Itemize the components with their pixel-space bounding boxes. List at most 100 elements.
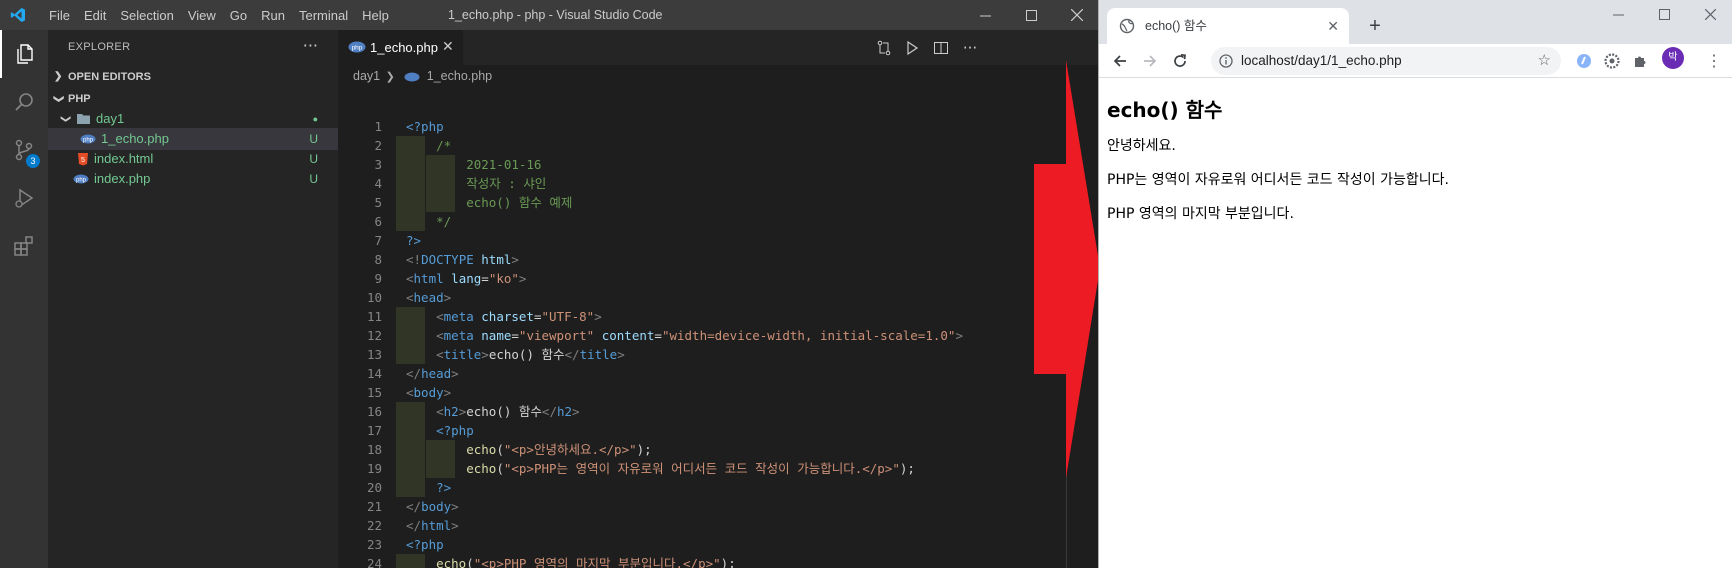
breadcrumb: day1 ❯ 1_echo.php [353, 65, 492, 87]
bookmark-star-icon[interactable]: ☆ [1538, 47, 1551, 75]
minimize-button[interactable] [962, 0, 1008, 30]
code-line[interactable]: 1 <?php [338, 117, 1100, 136]
code-line[interactable]: 13 <title>echo() 함수</title> [338, 345, 1100, 364]
code-line[interactable]: 5 echo() 함수 예제 [338, 193, 1100, 212]
tree-file-1-echo-php[interactable]: php 1_echo.php U [48, 128, 338, 150]
menu-edit[interactable]: Edit [77, 8, 113, 23]
back-button[interactable] [1107, 48, 1133, 74]
code-line[interactable]: 21 </body> [338, 497, 1100, 516]
code-line[interactable]: 12 <meta name="viewport" content="width=… [338, 326, 1100, 345]
code-line[interactable]: 6 */ [338, 212, 1100, 231]
browser-tab-close-button[interactable]: ✕ [1327, 8, 1339, 44]
split-editor-button[interactable] [931, 38, 951, 58]
code-text: <title>echo() 함수</title> [436, 347, 625, 362]
tree-file-index-php[interactable]: php index.php U [48, 168, 338, 190]
tab-1-echo-php[interactable]: php 1_echo.php ✕ [338, 30, 463, 65]
explorer-activity[interactable] [0, 30, 48, 78]
code-line[interactable]: 15 <body> [338, 383, 1100, 402]
address-bar[interactable]: localhost/day1/1_echo.php ☆ [1211, 47, 1561, 75]
code-text: <?php [406, 537, 444, 552]
more-actions-button[interactable]: ··· [960, 38, 980, 58]
code-text: </html> [406, 518, 459, 533]
code-text: /* [406, 138, 452, 153]
reload-button[interactable] [1167, 48, 1193, 74]
explorer-more-button[interactable]: ··· [303, 30, 318, 65]
source-control-activity[interactable]: 3 [0, 126, 48, 174]
tree-folder-day1[interactable]: ❯ day1 ● [48, 108, 338, 130]
code-line[interactable]: 20 ?> [338, 478, 1100, 497]
code-line[interactable]: 2 /* [338, 136, 1100, 155]
code-line[interactable]: 14 </head> [338, 364, 1100, 383]
php-file-icon: php [73, 174, 89, 184]
new-tab-button[interactable]: + [1361, 12, 1389, 40]
line-number: 24 [366, 556, 382, 568]
open-editors-label: OPEN EDITORS [68, 71, 151, 83]
profile-avatar[interactable]: 박 [1662, 47, 1684, 69]
run-file-button[interactable] [902, 38, 922, 58]
line-number: 15 [366, 385, 382, 400]
code-line[interactable]: 17 <?php [338, 421, 1100, 440]
browser-close-button[interactable] [1687, 0, 1732, 30]
breadcrumb-file[interactable]: 1_echo.php [427, 69, 492, 83]
code-line[interactable]: 16 <h2>echo() 함수</h2> [338, 402, 1100, 421]
line-number: 19 [366, 461, 382, 476]
vscode-window: File Edit Selection View Go Run Terminal… [0, 0, 1100, 568]
line-number: 12 [366, 328, 382, 343]
tree-file-index-html[interactable]: 5 index.html U [48, 148, 338, 170]
git-status-untracked: U [309, 152, 318, 166]
code-text: <meta name="viewport" content="width=dev… [436, 328, 963, 343]
code-line[interactable]: 11 <meta charset="UTF-8"> [338, 307, 1100, 326]
code-editor[interactable]: 1 <?php 2 /* 3 2021-01-16 4 작성자 : 샤인 5 echo()… [338, 117, 1100, 568]
svg-text:php: php [76, 178, 87, 184]
breadcrumb-folder[interactable]: day1 [353, 69, 380, 83]
browser-maximize-button[interactable] [1641, 0, 1687, 30]
run-debug-activity[interactable] [0, 174, 48, 222]
code-line[interactable]: 7 ?> [338, 231, 1100, 250]
info-icon[interactable] [1219, 54, 1233, 68]
tree-label: index.html [94, 151, 154, 166]
code-line[interactable]: 10 <head> [338, 288, 1100, 307]
code-line[interactable]: 19 echo("<p>PHP는 영역이 자유로워 어디서든 코드 작성이 가능… [338, 459, 1100, 478]
chevron-right-icon: ❯ [54, 71, 63, 82]
menu-selection[interactable]: Selection [113, 8, 180, 23]
editor-area: php 1_echo.php ✕ ··· day1 ❯ 1_echo.php 1… [338, 30, 1100, 568]
arrow-right-icon [1144, 55, 1157, 67]
menu-terminal[interactable]: Terminal [292, 8, 355, 23]
open-editors-section[interactable]: ❯ OPEN EDITORS [48, 66, 338, 88]
maximize-button[interactable] [1008, 0, 1054, 30]
menu-file[interactable]: File [42, 8, 77, 23]
browser-tab[interactable]: echo() 함수 ✕ [1107, 8, 1349, 44]
chevron-down-icon: ❯ [60, 114, 72, 124]
browser-menu-button[interactable]: ⋮ [1701, 48, 1727, 74]
extension-button-2[interactable] [1599, 48, 1625, 74]
code-line[interactable]: 24 echo("<p>PHP 영역의 마지막 부분입니다.</p>"); [338, 554, 1100, 568]
code-line[interactable]: 9 <html lang="ko"> [338, 269, 1100, 288]
menu-help[interactable]: Help [355, 8, 396, 23]
search-activity[interactable] [0, 78, 48, 126]
compare-changes-button[interactable] [874, 38, 894, 58]
tab-close-button[interactable]: ✕ [442, 30, 454, 65]
code-line[interactable]: 22 </html> [338, 516, 1100, 535]
tab-label: 1_echo.php [370, 40, 438, 55]
forward-button[interactable] [1137, 48, 1163, 74]
line-number: 7 [374, 233, 382, 248]
code-line[interactable]: 8 <!DOCTYPE html> [338, 250, 1100, 269]
browser-tabstrip: echo() 함수 ✕ + [1099, 0, 1732, 44]
line-number: 13 [366, 347, 382, 362]
menu-go[interactable]: Go [223, 8, 254, 23]
close-window-button[interactable] [1054, 0, 1100, 30]
page-paragraph: PHP 영역의 마지막 부분입니다. [1107, 206, 1294, 222]
browser-minimize-button[interactable] [1595, 0, 1641, 30]
code-line[interactable]: 18 echo("<p>안녕하세요.</p>"); [338, 440, 1100, 459]
extension-button-1[interactable] [1571, 48, 1597, 74]
extensions-menu-button[interactable] [1627, 48, 1653, 74]
code-line[interactable]: 23 <?php [338, 535, 1100, 554]
code-line[interactable]: 4 작성자 : 샤인 [338, 174, 1100, 193]
menu-view[interactable]: View [181, 8, 223, 23]
code-line[interactable]: 3 2021-01-16 [338, 155, 1100, 174]
line-number: 11 [366, 309, 382, 324]
menu-run[interactable]: Run [254, 8, 292, 23]
line-number: 8 [374, 252, 382, 267]
extensions-activity[interactable] [0, 222, 48, 270]
workspace-section[interactable]: ❯ PHP [48, 88, 338, 110]
